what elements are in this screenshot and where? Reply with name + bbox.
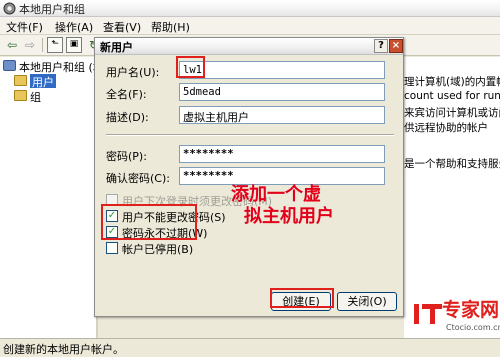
username-field[interactable]: lw1 (179, 61, 385, 79)
separator (106, 134, 394, 136)
folder-icon (14, 90, 27, 101)
list-item-description[interactable]: 供远程协助的帐户 (404, 120, 488, 135)
username-label: 用户名(U): (106, 66, 160, 79)
description-field[interactable]: 虚拟主机用户 (179, 106, 385, 124)
menu-view[interactable]: 查看(V) (103, 19, 141, 35)
menu-action[interactable]: 操作(A) (55, 19, 93, 35)
fullname-field[interactable]: 5dmead (179, 83, 385, 101)
confirm-password-field[interactable]: ******** (179, 167, 385, 185)
annotation-line2: 拟主机用户 (244, 206, 334, 227)
menu-help[interactable]: 帮助(H) (151, 19, 190, 35)
password-value: ******** (183, 148, 234, 160)
confirm-password-value: ******** (183, 170, 234, 182)
forward-arrow-icon[interactable]: ⇨ (22, 37, 38, 53)
description-value: 虚拟主机用户 (183, 111, 249, 124)
toolbar-separator (42, 38, 43, 52)
password-field[interactable]: ******** (179, 145, 385, 163)
close-button[interactable]: 关闭(O) (337, 292, 397, 311)
confirm-password-label: 确认密码(C): (106, 172, 170, 185)
dialog-titlebar[interactable]: 新用户 ? × (95, 38, 403, 55)
up-folder-icon[interactable]: ⬑ (47, 37, 63, 53)
tree-root-label: 本地用户和组 (本 (19, 61, 97, 73)
new-user-dialog: 新用户 ? × 用户名(U): lw1 全名(F): 5dmead 描述(D):… (94, 37, 404, 317)
list-item-description[interactable]: 理计算机(域)的内置帐 (404, 74, 500, 89)
fullname-label: 全名(F): (106, 88, 147, 101)
show-hide-tree-icon[interactable]: ▣ (66, 37, 82, 53)
tree-pane[interactable]: 本地用户和组 (本 用户 组 (0, 57, 98, 338)
menu-file[interactable]: 文件(F) (6, 19, 43, 35)
users-groups-icon (3, 60, 16, 71)
main-titlebar[interactable]: 本地用户和组 (0, 0, 500, 17)
dialog-title: 新用户 (100, 41, 133, 54)
checkbox-label: 帐户已停用(B) (122, 243, 194, 256)
statusbar: 创建新的本地用户帐户。 (0, 338, 500, 356)
fullname-value: 5dmead (183, 86, 221, 98)
password-label: 密码(P): (106, 150, 147, 163)
help-button[interactable]: ? (374, 39, 388, 53)
tree-root[interactable]: 本地用户和组 (本 (3, 59, 97, 73)
watermark-site: Ctocio.com.cn (446, 323, 500, 332)
folder-icon (14, 75, 27, 86)
users-gear-icon (3, 2, 16, 15)
tree-item-groups[interactable]: 组 (14, 89, 94, 103)
highlight-close-button (270, 288, 334, 308)
description-label: 描述(D): (106, 111, 149, 124)
back-arrow-icon[interactable]: ⇦ (4, 37, 20, 53)
list-item-description[interactable]: count used for runn (404, 90, 500, 102)
list-item-description[interactable]: 是一个帮助和支持服务 (404, 156, 500, 171)
it-logo-icon (414, 304, 442, 324)
checkbox-box (106, 242, 118, 254)
tree-item-users-label: 用户 (30, 74, 56, 88)
account-disabled-checkbox[interactable]: 帐户已停用(B) (106, 241, 196, 256)
tree-item-users[interactable]: 用户 (14, 74, 94, 88)
list-item-description[interactable]: 来宾访问计算机或访问 (404, 105, 500, 120)
window-title: 本地用户和组 (19, 3, 85, 16)
watermark-logo-text: 专家网 (442, 299, 500, 321)
annotation-line1: 添加一个虚 (231, 184, 321, 205)
close-icon[interactable]: × (389, 39, 403, 53)
tree-item-groups-label: 组 (30, 91, 41, 103)
watermark-logo: 专家网 Ctocio.com.cn (412, 296, 500, 338)
menubar: 文件(F) 操作(A) 查看(V) 帮助(H) (0, 17, 500, 35)
highlight-password-options (101, 204, 197, 240)
highlight-username (176, 56, 205, 78)
